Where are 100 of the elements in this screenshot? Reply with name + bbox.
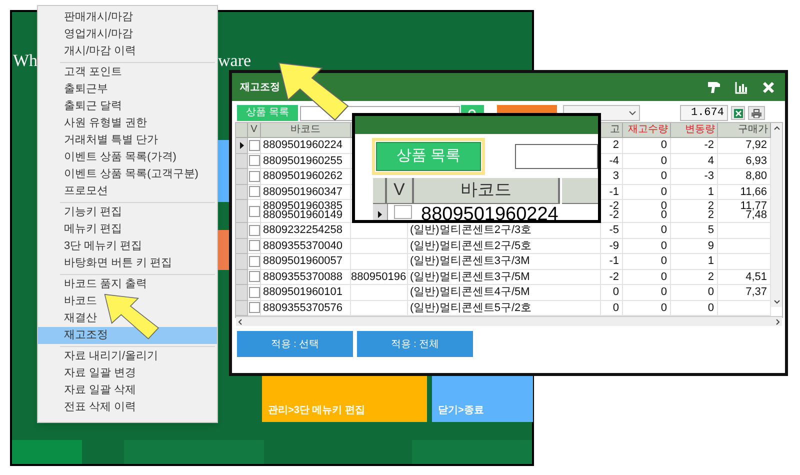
print-button[interactable] <box>748 106 765 120</box>
table-cell-text: 8809501960224 <box>420 204 558 220</box>
menu-item[interactable]: 바코드 <box>38 293 217 310</box>
column-header[interactable]: 구매가 <box>718 123 771 138</box>
table-cell: 0 <box>623 254 671 270</box>
checkbox[interactable] <box>248 206 260 216</box>
table-cell: 8809501960262 <box>261 169 351 184</box>
menu-item[interactable]: 바코드 품지 출력 <box>38 276 217 293</box>
printer-icon <box>751 108 762 118</box>
bar-chart-icon[interactable] <box>735 80 748 94</box>
table-cell <box>351 285 408 300</box>
table-cell: 0 <box>623 184 671 200</box>
menu-item[interactable]: 기능키 편집 <box>38 204 217 221</box>
menu-item[interactable]: 출퇴근 달력 <box>38 98 217 115</box>
spreadsheet-icon <box>734 108 742 118</box>
chevron-down-icon <box>774 300 780 304</box>
table-cell: 8809501960057 <box>261 254 351 270</box>
menu-item[interactable]: 자료 내리기/올리기 <box>38 348 217 365</box>
table-cell: 4 <box>671 154 718 169</box>
background-panel <box>12 440 82 464</box>
menu-item[interactable]: 개시/마감 이력 <box>38 43 217 60</box>
row-indicator[interactable] <box>373 204 388 220</box>
chevron-up-icon <box>774 126 780 130</box>
vertical-scrollbar[interactable] <box>771 123 782 307</box>
column-header[interactable]: 고 <box>601 123 623 138</box>
menu-item[interactable]: 고객 포인트 <box>38 64 217 81</box>
table-cell: 8809355370088 <box>261 270 351 285</box>
table-cell: (일반)멀티콘센트2구/5호 <box>408 238 601 254</box>
chevron-left-icon <box>238 318 242 324</box>
checkbox[interactable] <box>394 205 412 219</box>
table-cell: 8809501960224 <box>261 138 351 154</box>
table-cell: -3 <box>671 169 718 184</box>
menu-item[interactable]: 메뉴키 편집 <box>38 221 217 238</box>
tile-label: 닫기>종료 <box>438 404 484 418</box>
table-cell: 8809501960101 <box>261 285 351 300</box>
column-header[interactable]: V <box>248 123 261 138</box>
menu-item[interactable]: 자료 일괄 삭제 <box>38 382 217 399</box>
window-title: 재고조정 <box>240 80 280 94</box>
table-cell: 8809501960255 <box>261 154 351 169</box>
checkbox[interactable] <box>248 155 260 166</box>
menu-item[interactable]: 영업개시/마감 <box>38 26 217 43</box>
menu-item[interactable]: 거래처별 특별 단가 <box>38 132 217 149</box>
menu-item[interactable]: 이벤트 상품 목록(고객구분) <box>38 166 217 183</box>
table-cell: -1 <box>601 254 623 270</box>
menu-item[interactable]: 프로모션 <box>38 183 217 200</box>
checkbox[interactable] <box>248 286 260 298</box>
table-cell: 0 <box>623 223 671 238</box>
checkbox[interactable] <box>248 302 260 314</box>
menu-item[interactable]: 출퇴근부 <box>38 81 217 98</box>
excel-export-button[interactable] <box>731 106 745 120</box>
table-cell <box>351 238 408 254</box>
table-cell: 8809501960385 8809501960149 <box>261 200 351 223</box>
table-cell: 0 <box>623 169 671 184</box>
menu-item[interactable]: 재결산 <box>38 310 217 327</box>
menu-item[interactable]: 사원 유형별 권한 <box>38 115 217 132</box>
checkbox[interactable] <box>248 140 260 151</box>
chevron-down-icon <box>629 110 636 116</box>
column-header[interactable]: 바코드 <box>414 178 560 204</box>
desktop-title: ware <box>218 50 252 72</box>
table-cell: 880950196 <box>351 270 408 285</box>
menu-item[interactable]: 자료 일괄 변경 <box>38 365 217 382</box>
table-cell: 0 <box>623 270 671 285</box>
table-cell: (일반)멀티콘센트3구/5M <box>408 270 601 285</box>
checkbox[interactable] <box>248 256 260 267</box>
checkbox[interactable] <box>248 271 260 282</box>
table-cell: 0 <box>623 154 671 169</box>
menu-item[interactable]: 판매개시/마감 <box>38 9 217 26</box>
table-cell: 0 <box>671 285 718 300</box>
table-cell: 0 <box>623 138 671 154</box>
chevron-right-icon <box>776 318 780 324</box>
menu-item[interactable]: 전표 삭제 이력 <box>38 399 217 416</box>
menu-item[interactable]: 3단 메뉴키 편집 <box>38 238 217 255</box>
menu-item[interactable]: 재고조정 <box>38 327 217 344</box>
table-cell: 8809232254258 <box>261 223 351 238</box>
table-cell: -2 <box>601 270 623 285</box>
desktop-title: Wh <box>13 50 38 72</box>
checkbox[interactable] <box>248 224 260 236</box>
table-cell: 5 <box>671 223 718 238</box>
column-header[interactable] <box>562 178 598 204</box>
table-cell <box>351 254 408 270</box>
checkbox[interactable] <box>248 186 260 198</box>
checkbox[interactable] <box>248 240 260 252</box>
table-cell: (일반)멀티콘센트4구/5M <box>408 285 601 300</box>
horizontal-scrollbar[interactable] <box>236 316 782 326</box>
column-header[interactable]: V <box>386 178 414 204</box>
table-cell: 0 0 <box>623 200 671 223</box>
table-cell: 0 <box>601 285 623 300</box>
table-cell: (일반)멀티콘센트3구/3M <box>408 254 601 270</box>
menu-item[interactable]: 바탕화면 버튼 키 편집 <box>38 255 217 272</box>
tile-label: 관리>3단 메뉴키 편집 <box>268 404 365 418</box>
column-header[interactable]: 바코드 <box>261 123 351 138</box>
search-field[interactable] <box>514 144 598 169</box>
menu-item[interactable]: 이벤트 상품 목록(가격) <box>38 149 217 166</box>
table-cell: -9 <box>601 238 623 254</box>
close-icon[interactable] <box>762 80 775 94</box>
table-cell: 8809355370040 <box>261 238 351 254</box>
table-cell: 1 <box>671 184 718 200</box>
table-cell: 2 2 <box>671 200 718 223</box>
row-indicator[interactable] <box>236 138 248 154</box>
checkbox[interactable] <box>248 170 260 182</box>
